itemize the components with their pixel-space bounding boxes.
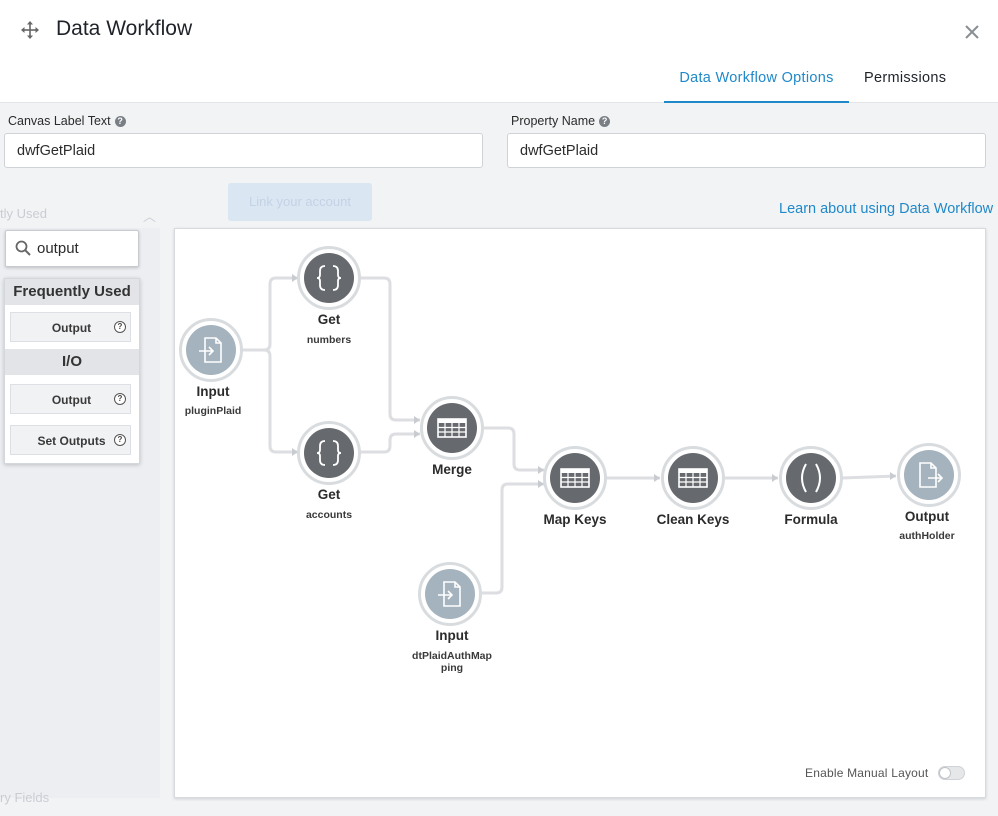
node-map-keys[interactable] (543, 446, 607, 510)
node-sublabel: accounts (305, 509, 353, 521)
node-label: Clean Keys (656, 512, 730, 527)
braces-icon (304, 428, 354, 478)
node-sublabel: dtPlaidAuthMap ping (412, 650, 492, 674)
palette-section-frequently-used: Frequently Used (5, 279, 139, 305)
node-label: Get (317, 487, 341, 502)
node-merge[interactable] (420, 396, 484, 460)
table-icon (550, 453, 600, 503)
property-name-input[interactable] (507, 133, 986, 168)
background-recent-label: tly Used (0, 206, 47, 221)
dialog-title: Data Workflow (56, 17, 193, 40)
node-input-dt-plaid-auth-mapping[interactable] (418, 562, 482, 626)
node-get-numbers[interactable] (297, 246, 361, 310)
parentheses-icon (786, 453, 836, 503)
node-input-plugin-plaid[interactable] (179, 318, 243, 382)
dialog-header: Data Workflow Data Workflow Options Perm… (0, 0, 998, 103)
node-label: Output (904, 509, 950, 524)
node-label: Map Keys (543, 512, 607, 527)
node-sublabel: pluginPlaid (184, 405, 242, 417)
canvas-label-text-input[interactable] (4, 133, 483, 168)
search-icon (15, 240, 31, 256)
node-label: Input (435, 628, 469, 643)
palette-section-io: I/O (5, 349, 139, 375)
background-fields-label: ry Fields (0, 790, 50, 805)
property-name-label: Property Name ? (511, 114, 611, 128)
file-output-icon (904, 450, 954, 500)
background-chevron-icon: ︿ (143, 209, 157, 224)
manual-layout-toggle[interactable] (938, 766, 965, 780)
node-formula[interactable] (779, 446, 843, 510)
toggle-knob (939, 767, 951, 779)
help-icon[interactable]: ? (114, 115, 126, 127)
search-input[interactable] (37, 231, 137, 266)
node-get-accounts[interactable] (297, 421, 361, 485)
file-input-icon (186, 325, 236, 375)
node-search (5, 230, 139, 267)
node-label: Input (196, 384, 230, 399)
table-icon (427, 403, 477, 453)
help-icon[interactable]: ? (599, 115, 611, 127)
help-icon[interactable]: ? (114, 434, 126, 446)
node-label: Merge (432, 462, 472, 477)
table-icon (668, 453, 718, 503)
palette-item-output[interactable]: Output ? (10, 312, 131, 342)
tab-data-workflow-options[interactable]: Data Workflow Options (664, 70, 849, 103)
node-label: Formula (784, 512, 838, 527)
node-output-auth-holder[interactable] (897, 443, 961, 507)
braces-icon (304, 253, 354, 303)
property-name-caption: Property Name (511, 114, 596, 128)
palette-item-output[interactable]: Output ? (10, 384, 131, 414)
tab-permissions[interactable]: Permissions (864, 70, 946, 86)
node-palette: Frequently Used Output ? I/O Output ? Se… (4, 278, 140, 464)
palette-item-set-outputs[interactable]: Set Outputs ? (10, 425, 131, 455)
close-icon[interactable] (962, 22, 982, 42)
canvas-label-text-caption: Canvas Label Text (8, 114, 111, 128)
node-label: Get (317, 312, 341, 327)
node-sublabel: authHolder (899, 530, 955, 542)
node-sublabel: numbers (306, 334, 352, 346)
background-link-button: Link your account (228, 183, 372, 221)
node-clean-keys[interactable] (661, 446, 725, 510)
help-icon[interactable]: ? (114, 393, 126, 405)
canvas-label-text-label: Canvas Label Text ? (8, 114, 126, 128)
file-input-icon (425, 569, 475, 619)
help-icon[interactable]: ? (114, 321, 126, 333)
move-icon[interactable] (20, 20, 40, 40)
enable-manual-layout-label: Enable Manual Layout (805, 766, 929, 780)
learn-data-workflow-link[interactable]: Learn about using Data Workflow (779, 201, 993, 217)
